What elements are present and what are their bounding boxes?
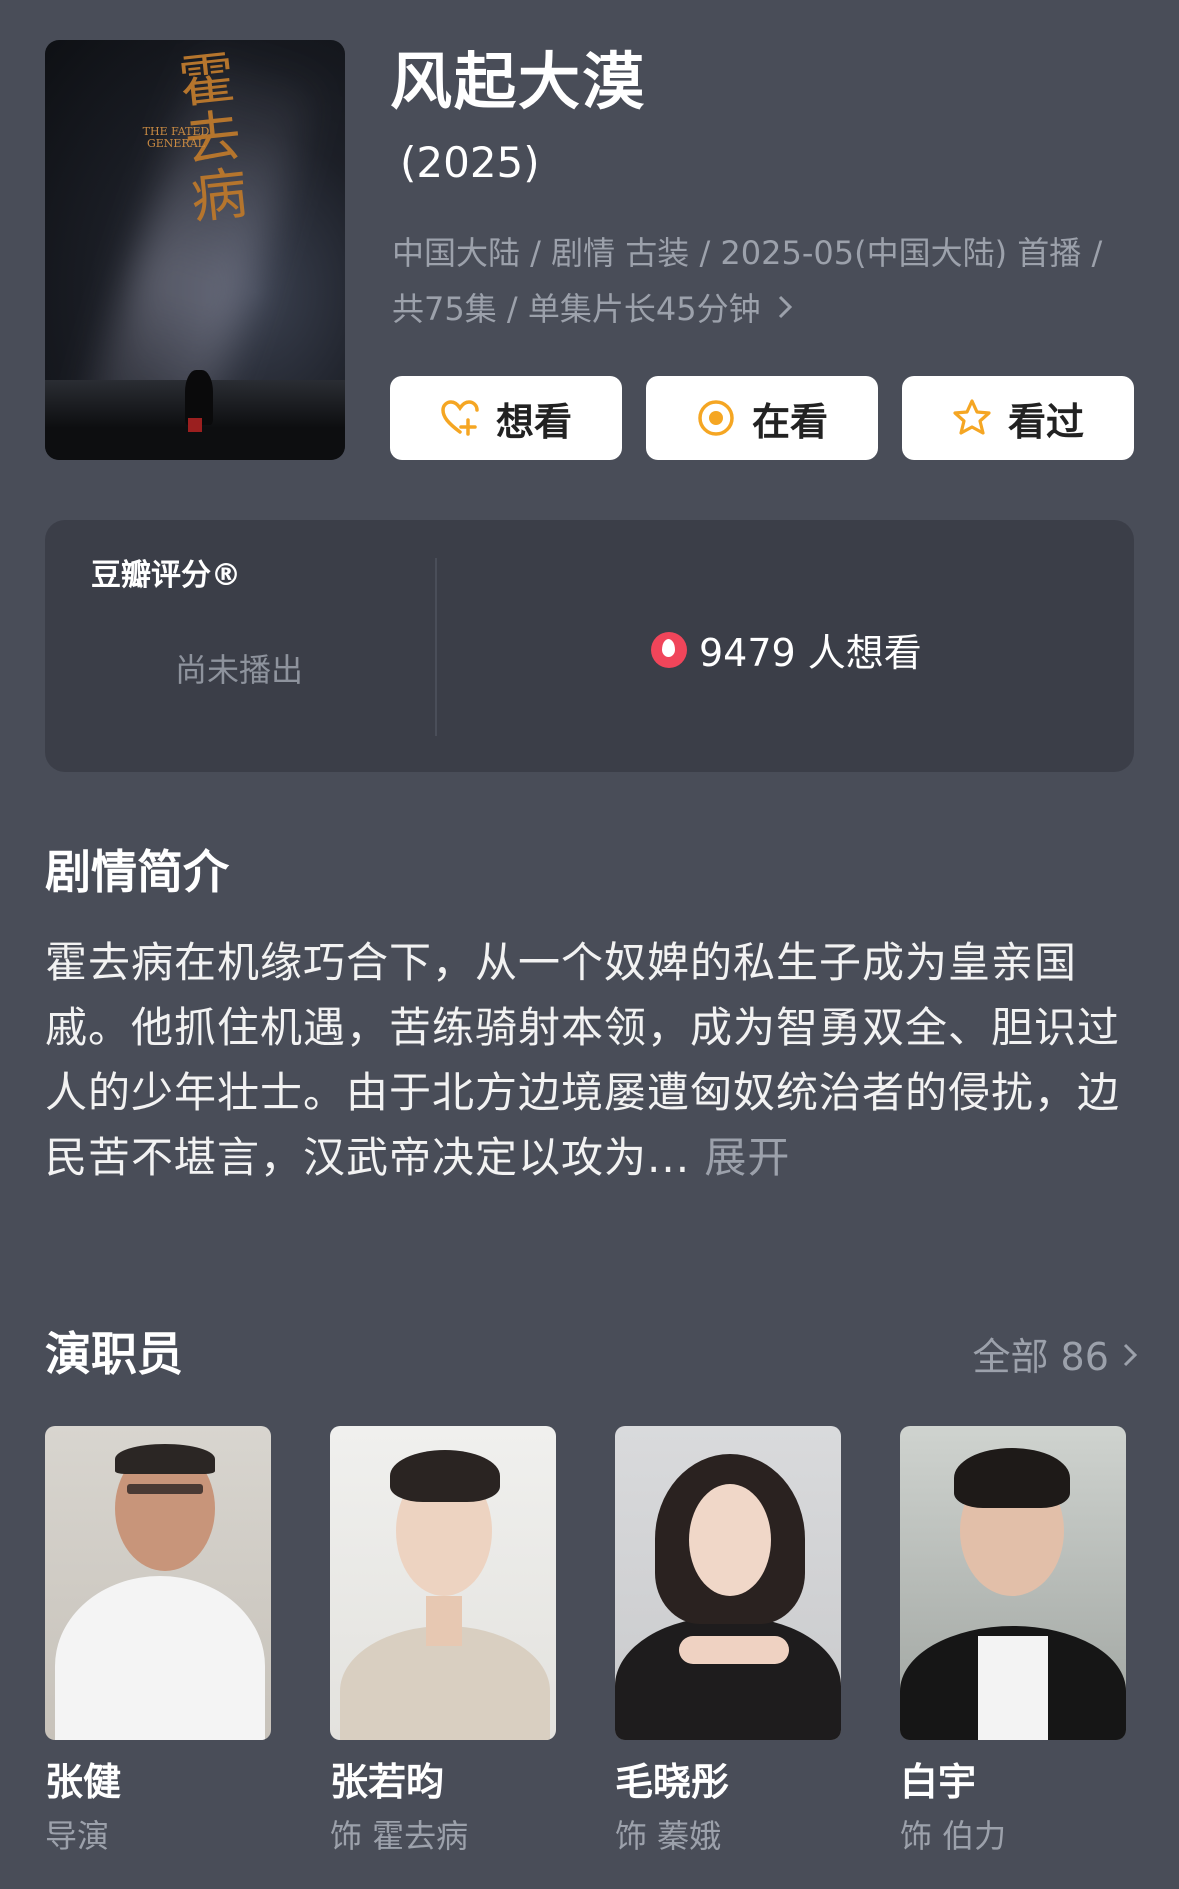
- cast-card[interactable]: 白宇 饰 伯力: [900, 1426, 1126, 1856]
- poster-seal: [188, 418, 202, 432]
- cast-photo: [330, 1426, 556, 1740]
- want-button[interactable]: 想看: [390, 376, 622, 460]
- poster-title-en: THE FATED GENERAL: [142, 125, 210, 150]
- cast-photo: [45, 1426, 271, 1740]
- cast-name: 白宇: [900, 1760, 977, 1804]
- want-count-text: 9479 人想看: [699, 631, 922, 675]
- watching-button[interactable]: 在看: [646, 376, 878, 460]
- cast-card[interactable]: 张若昀 饰 霍去病: [330, 1426, 556, 1856]
- chevron-right-icon: [777, 281, 793, 337]
- chevron-right-icon: [1121, 1335, 1139, 1379]
- rating-divider: [435, 558, 437, 736]
- cast-role: 饰 蓁娥: [615, 1817, 722, 1855]
- watching-label: 在看: [751, 399, 828, 444]
- poster-rider: [185, 370, 213, 425]
- cast-name: 张健: [45, 1760, 122, 1804]
- synopsis-text-block[interactable]: 霍去病在机缘巧合下，从一个奴婢的私生子成为皇亲国戚。他抓住机遇，苦练骑射本领，成…: [45, 930, 1135, 1190]
- poster-image[interactable]: 霍去病 THE FATED GENERAL: [45, 40, 345, 460]
- fire-icon: [651, 631, 687, 668]
- douban-rating-label: 豆瓣评分®: [91, 558, 241, 593]
- watched-button[interactable]: 看过: [902, 376, 1134, 460]
- show-meta-line2: 共75集 / 单集片长45分钟: [392, 290, 761, 328]
- cast-photo: [900, 1426, 1126, 1740]
- cast-role: 饰 伯力: [900, 1817, 1007, 1855]
- synopsis-text: 霍去病在机缘巧合下，从一个奴婢的私生子成为皇亲国戚。他抓住机遇，苦练骑射本领，成…: [45, 938, 1121, 1182]
- cast-card[interactable]: 毛晓彤 饰 蓁娥: [615, 1426, 841, 1856]
- cast-all-link[interactable]: 全部 86: [972, 1326, 1139, 1381]
- watched-label: 看过: [1007, 399, 1084, 444]
- show-meta-line1: 中国大陆 / 剧情 古装 / 2025-05(中国大陆) 首播 /: [392, 234, 1103, 272]
- show-meta-line2-wrap: 共75集 / 单集片长45分钟: [392, 281, 1132, 337]
- cast-card[interactable]: 张健 导演: [45, 1426, 271, 1856]
- synopsis-title: 剧情简介: [45, 845, 229, 899]
- want-label: 想看: [495, 399, 572, 444]
- show-year: (2025): [400, 138, 540, 187]
- expand-link[interactable]: 展开: [704, 1133, 790, 1182]
- heart-plus-icon: [440, 398, 480, 438]
- cast-role: 导演: [45, 1817, 110, 1855]
- show-meta[interactable]: 中国大陆 / 剧情 古装 / 2025-05(中国大陆) 首播 / 共75集 /…: [392, 225, 1132, 337]
- cast-title: 演职员: [45, 1327, 183, 1381]
- cast-name: 张若昀: [330, 1760, 445, 1804]
- target-icon: [696, 398, 736, 438]
- cast-role: 饰 霍去病: [330, 1817, 469, 1855]
- cast-all-label: 全部 86: [972, 1335, 1109, 1379]
- cast-name: 毛晓彤: [615, 1760, 730, 1804]
- cast-photo: [615, 1426, 841, 1740]
- rating-card: 豆瓣评分® 尚未播出 9479 人想看: [45, 520, 1134, 772]
- show-title: 风起大漠: [390, 45, 647, 118]
- rating-status: 尚未播出: [175, 651, 304, 689]
- star-icon: [952, 398, 992, 438]
- want-count: 9479 人想看: [651, 622, 922, 677]
